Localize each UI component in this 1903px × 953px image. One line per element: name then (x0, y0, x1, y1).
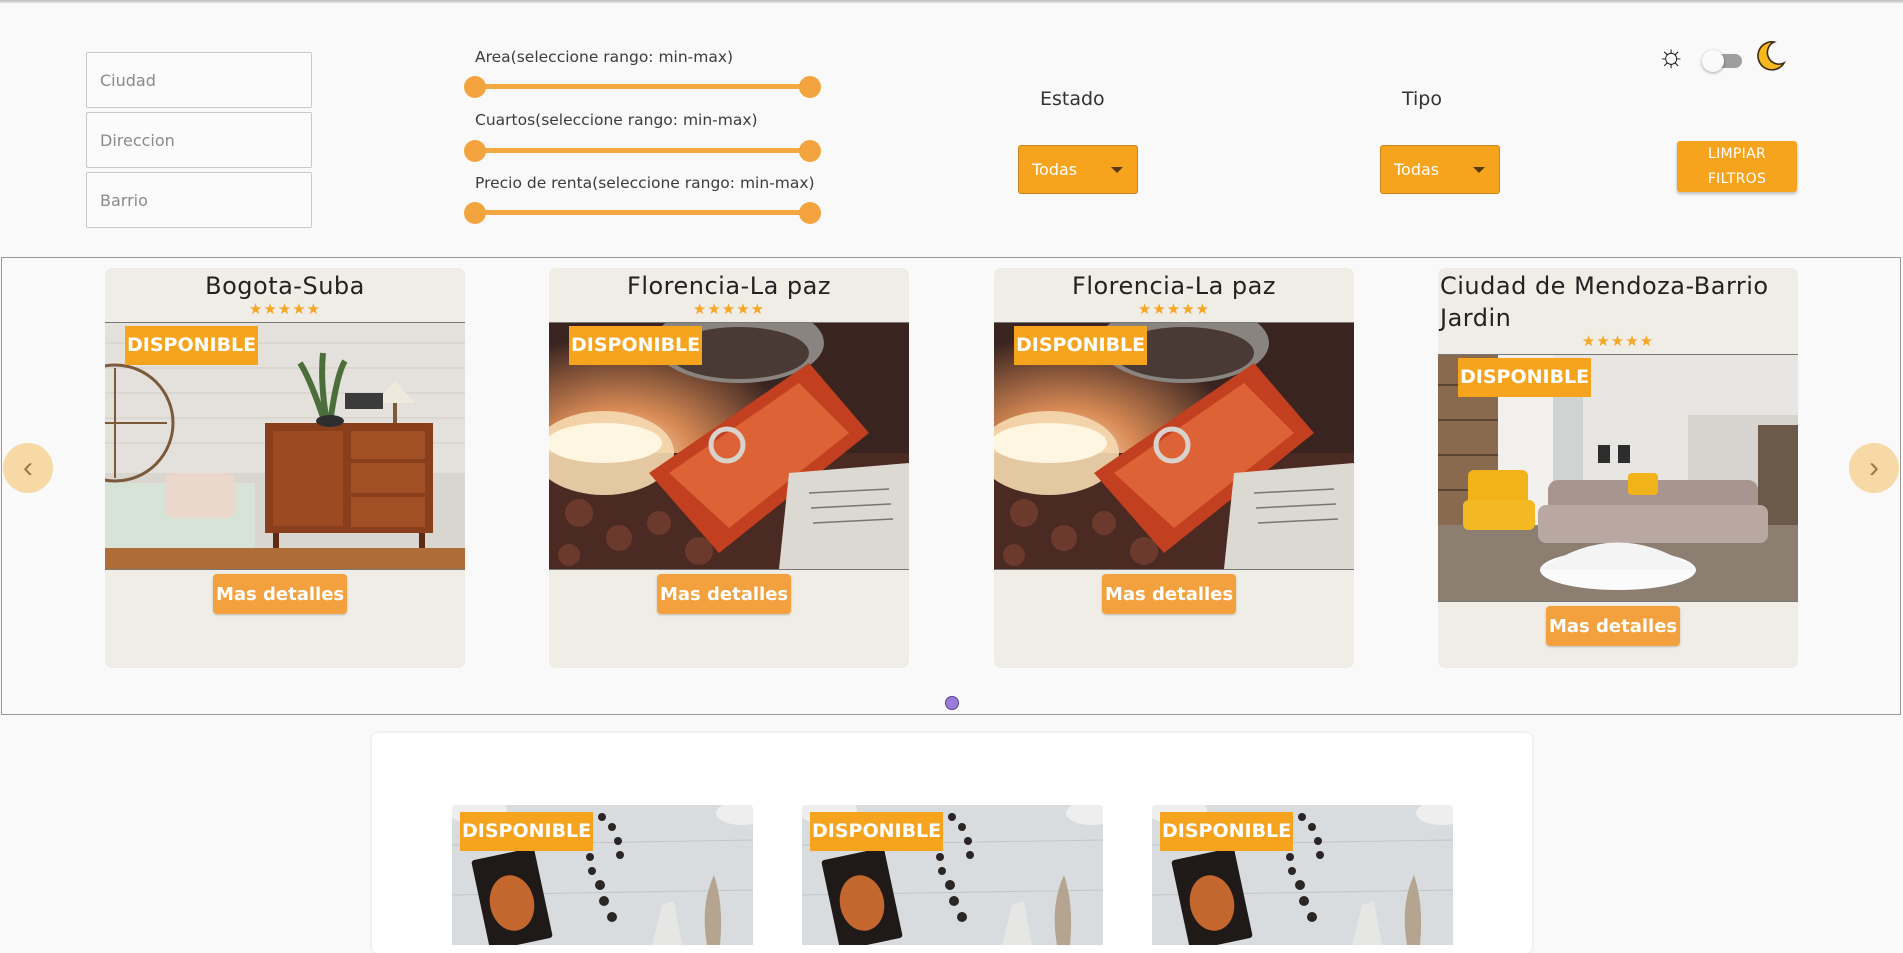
area-max-handle[interactable] (800, 76, 820, 97)
cuartos-min-handle[interactable] (465, 140, 485, 161)
property-card: Ciudad de Mendoza-Barrio Jardin ★★★★★ DI… (1438, 268, 1798, 668)
candle-photo: DISPONIBLE (994, 322, 1354, 570)
area-range-slider[interactable] (465, 76, 820, 97)
precio-max-handle[interactable] (800, 202, 820, 223)
rating-stars: ★★★★★ (1137, 301, 1211, 318)
rating-stars: ★★★★★ (248, 301, 322, 318)
listing-card: DISPONIBLE (452, 805, 753, 945)
availability-badge: DISPONIBLE (1014, 326, 1148, 365)
tipo-select-value: Todas (1394, 160, 1440, 179)
tipo-select[interactable]: Todas (1380, 145, 1500, 194)
direccion-input[interactable] (86, 112, 312, 168)
property-card: Florencia-La paz ★★★★★ DISPONIBLE Mas de… (549, 268, 909, 668)
caret-down-icon (1111, 167, 1123, 173)
top-border (0, 0, 1903, 3)
availability-badge: DISPONIBLE (569, 326, 703, 365)
rating-stars: ★★★★★ (692, 301, 766, 318)
area-slider-label: Area(seleccione rango: min-max) (475, 48, 734, 66)
details-button[interactable]: Mas detalles (1102, 574, 1237, 614)
toggle-knob[interactable] (1702, 50, 1724, 72)
details-button[interactable]: Mas detalles (1546, 606, 1681, 646)
property-card: Florencia-La paz ★★★★★ DISPONIBLE Mas de… (994, 268, 1354, 668)
precio-range-slider[interactable] (465, 202, 820, 223)
availability-badge: DISPONIBLE (125, 326, 259, 365)
availability-badge: DISPONIBLE (810, 812, 944, 851)
theme-toggle[interactable] (1702, 50, 1742, 72)
rating-stars: ★★★★★ (1581, 333, 1655, 350)
availability-badge: DISPONIBLE (1458, 358, 1592, 397)
carousel-next-button[interactable]: › (1849, 443, 1899, 493)
listing-card: DISPONIBLE (802, 805, 1103, 945)
details-button[interactable]: Mas detalles (657, 574, 792, 614)
moon-icon (1757, 41, 1787, 71)
clear-filters-button[interactable]: LIMPIAR FILTROS (1677, 141, 1797, 192)
carousel-prev-button[interactable]: ‹ (3, 443, 53, 493)
tipo-label: Tipo (1402, 88, 1442, 110)
candle-photo: DISPONIBLE (549, 322, 909, 570)
sun-icon: ☼ (1657, 38, 1686, 73)
card-title: Florencia-La paz (627, 272, 831, 300)
estado-select-value: Todas (1032, 160, 1078, 179)
card-title: Ciudad de Mendoza-Barrio Jardin (1440, 272, 1769, 332)
caret-down-icon (1473, 167, 1485, 173)
estado-label: Estado (1040, 88, 1105, 110)
ciudad-input[interactable] (86, 52, 312, 108)
area-min-handle[interactable] (465, 76, 485, 97)
listing-card: DISPONIBLE (1152, 805, 1453, 945)
availability-badge: DISPONIBLE (1160, 812, 1294, 851)
precio-slider-label: Precio de renta(seleccione rango: min-ma… (475, 174, 815, 192)
carousel-indicator-dot[interactable] (945, 696, 959, 710)
details-button[interactable]: Mas detalles (213, 574, 348, 614)
bedroom-photo: DISPONIBLE (105, 322, 465, 570)
card-title: Florencia-La paz (1072, 272, 1276, 300)
cuartos-range-slider[interactable] (465, 140, 820, 161)
cuartos-max-handle[interactable] (800, 140, 820, 161)
cuartos-slider-label: Cuartos(seleccione rango: min-max) (475, 111, 758, 129)
precio-min-handle[interactable] (465, 202, 485, 223)
estado-select[interactable]: Todas (1018, 145, 1138, 194)
barrio-input[interactable] (86, 172, 312, 228)
living-room-photo: DISPONIBLE (1438, 354, 1798, 602)
card-title: Bogota-Suba (205, 272, 365, 300)
availability-badge: DISPONIBLE (460, 812, 594, 851)
property-card: Bogota-Suba ★★★★★ DISPONIBLE Mas detalle… (105, 268, 465, 668)
